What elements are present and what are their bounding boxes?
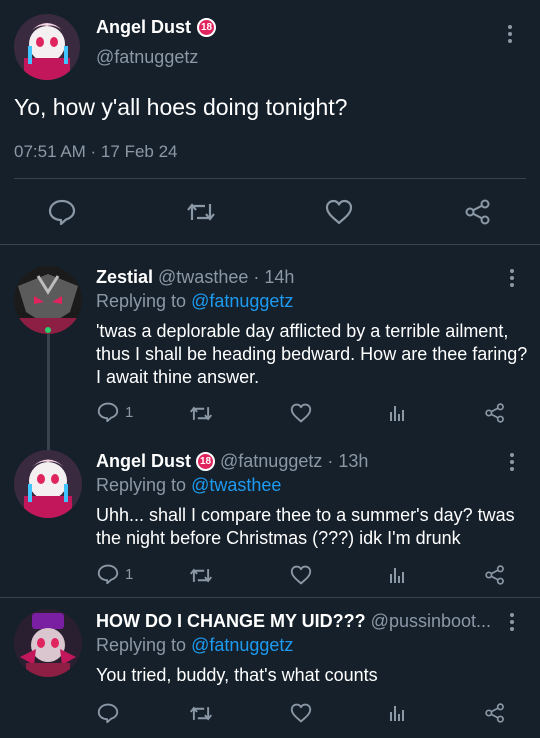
reply-avatar[interactable] — [14, 266, 82, 334]
main-author: Angel Dust 18 — [96, 17, 217, 38]
reply-author-name[interactable]: Angel Dust — [96, 451, 191, 472]
more-options-icon[interactable] — [508, 268, 516, 293]
divider — [0, 597, 540, 598]
like-icon[interactable] — [290, 403, 312, 423]
reply-time: · 14h — [253, 267, 295, 287]
like-icon[interactable] — [290, 565, 312, 585]
reply-time: · 13h — [327, 451, 369, 471]
reply-avatar[interactable] — [14, 609, 82, 677]
retweet-icon[interactable] — [189, 404, 213, 423]
reply-button[interactable]: 1 — [97, 564, 133, 584]
tweet-timestamp: 07:51 AM · 17 Feb 24 — [14, 142, 178, 161]
retweet-icon[interactable] — [189, 566, 213, 585]
tweet-text: Yo, how y'all hoes doing tonight? — [14, 94, 348, 120]
reply-button[interactable]: 1 — [97, 402, 133, 422]
share-icon[interactable] — [484, 403, 506, 423]
analytics-icon[interactable] — [388, 704, 406, 722]
replying-to-label: Replying to — [96, 475, 187, 495]
like-icon[interactable] — [290, 703, 312, 723]
retweet-icon[interactable] — [186, 200, 216, 224]
divider — [14, 178, 526, 179]
like-icon[interactable] — [325, 199, 353, 225]
age-badge-icon: 18 — [197, 18, 217, 37]
reply-count: 1 — [125, 565, 134, 583]
reply-icon[interactable] — [97, 703, 119, 723]
reply-header: Zestial @twasthee · 14h — [96, 267, 294, 288]
reply-author-handle[interactable]: @twasthee — [158, 267, 248, 288]
reply-author-name[interactable]: Zestial — [96, 267, 153, 288]
analytics-icon[interactable] — [388, 566, 406, 584]
replying-to-handle[interactable]: @fatnuggetz — [191, 635, 293, 655]
section-divider — [0, 244, 540, 245]
main-avatar[interactable] — [14, 14, 80, 80]
retweet-icon[interactable] — [189, 704, 213, 723]
replying-to-handle[interactable]: @twasthee — [191, 475, 281, 495]
share-icon[interactable] — [484, 565, 506, 585]
reply-icon[interactable] — [48, 199, 76, 225]
reply-avatar[interactable] — [14, 450, 82, 518]
replying-to: Replying to @twasthee — [96, 475, 281, 496]
reply-header: HOW DO I CHANGE MY UID??? @pussinboot... — [96, 611, 496, 632]
replying-to-handle[interactable]: @fatnuggetz — [191, 291, 293, 311]
replying-to: Replying to @fatnuggetz — [96, 635, 293, 656]
more-options-icon[interactable] — [508, 452, 516, 477]
reply-count: 1 — [125, 403, 134, 421]
author-name[interactable]: Angel Dust — [96, 17, 191, 38]
reply-text: You tried, buddy, that's what counts — [96, 665, 378, 685]
replying-to: Replying to @fatnuggetz — [96, 291, 293, 312]
reply-author-handle[interactable]: @fatnuggetz — [220, 451, 322, 472]
reply-author-name[interactable]: HOW DO I CHANGE MY UID??? — [96, 611, 366, 632]
more-options-icon[interactable] — [508, 612, 516, 637]
share-icon[interactable] — [464, 199, 492, 225]
analytics-icon[interactable] — [388, 404, 406, 422]
reply-text: 'twas a deplorable day afflicted by a te… — [96, 321, 528, 387]
thread-line — [47, 334, 50, 458]
more-options-icon[interactable] — [506, 24, 514, 49]
age-badge-icon: 18 — [196, 452, 216, 471]
reply-text: Uhh... shall I compare thee to a summer'… — [96, 505, 515, 548]
replying-to-label: Replying to — [96, 635, 187, 655]
author-handle[interactable]: @fatnuggetz — [96, 47, 198, 68]
share-icon[interactable] — [484, 703, 506, 723]
reply-author-handle[interactable]: @pussinboot... — [371, 611, 491, 632]
replying-to-label: Replying to — [96, 291, 187, 311]
reply-header: Angel Dust 18 @fatnuggetz · 13h — [96, 451, 368, 472]
